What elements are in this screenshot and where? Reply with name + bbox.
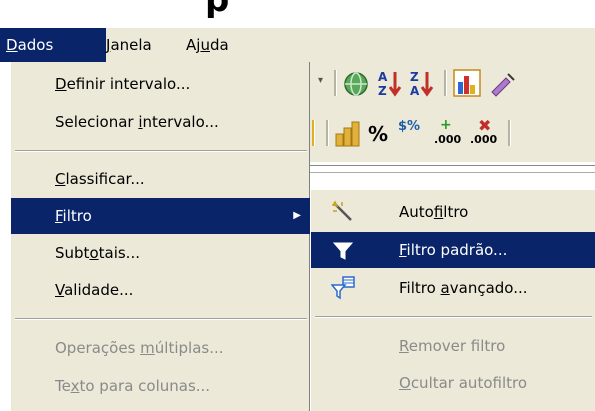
menu-item-label: Te <box>55 377 71 395</box>
menu-label: anela <box>110 36 152 54</box>
standard-format-icon[interactable]: $% <box>398 120 420 133</box>
menu-item-filtro[interactable]: Filtro ▶ <box>11 198 311 234</box>
menu-label-key: D <box>6 36 18 54</box>
menu-item-selecionar-intervalo[interactable]: Selecionar intervalo... <box>11 104 311 140</box>
svg-text:Z: Z <box>410 70 419 84</box>
dados-menu: Definir intervalo... Selecionar interval… <box>10 62 311 411</box>
menu-item-key: V <box>55 281 65 299</box>
submenu-item-label: emover filtro <box>408 337 506 355</box>
draw-functions-icon[interactable] <box>488 70 518 98</box>
toolbar-separator <box>312 120 315 146</box>
submenu-separator <box>315 316 592 318</box>
submenu-item-label: Auto <box>399 203 434 221</box>
menu-item-definir-intervalo[interactable]: Definir intervalo... <box>11 66 311 102</box>
chart-icon[interactable] <box>452 68 482 98</box>
submenu-item-key: O <box>399 374 411 392</box>
svg-text:A: A <box>378 70 388 84</box>
submenu-item-label: vançado... <box>449 279 528 297</box>
formula-bar-edge <box>310 165 595 173</box>
menu-item-subtotais[interactable]: Subtotais... <box>11 235 311 271</box>
submenu-item-ocultar-autofiltro: Ocultar autofiltro <box>311 365 595 401</box>
submenu-item-key: f <box>433 203 444 221</box>
menu-item-label: Selecionar <box>55 113 139 131</box>
menu-item-label: tais... <box>98 244 140 262</box>
menu-item-operacoes-multiplas: Operações múltiplas... <box>11 330 311 366</box>
menu-janela[interactable]: Janela <box>100 28 158 62</box>
submenu-item-label: iltro padrão... <box>406 241 508 259</box>
percent-format-icon[interactable]: % <box>368 124 388 144</box>
svg-text:A: A <box>410 84 420 98</box>
menu-item-classificar[interactable]: Classificar... <box>11 161 311 197</box>
menu-item-label: efinir intervalo... <box>66 75 191 93</box>
menu-label: da <box>209 36 229 54</box>
sort-ascending-icon[interactable]: A Z <box>376 68 402 100</box>
menu-dados[interactable]: Dados <box>0 28 106 62</box>
menu-item-validade[interactable]: Validade... <box>11 272 311 308</box>
menu-ajuda[interactable]: Ajuda <box>180 28 235 62</box>
advanced-filter-icon <box>331 276 355 300</box>
hyperlink-globe-icon[interactable] <box>342 70 370 98</box>
submenu-item-key: R <box>399 337 409 355</box>
add-decimal-icon[interactable]: + .000 <box>434 118 464 150</box>
standard-toolbar: ▾ A Z Z A <box>310 62 595 107</box>
autofilter-wand-icon <box>331 200 352 221</box>
formatting-toolbar: % $% + .000 ✖ .000 <box>310 106 595 162</box>
submenu-item-autofiltro[interactable]: Autofiltro <box>311 194 595 230</box>
submenu-item-label: Filtro <box>399 279 441 297</box>
delete-decimal-icon[interactable]: ✖ .000 <box>470 118 500 150</box>
menu-item-label: últiplas... <box>154 339 224 357</box>
menu-label: ados <box>17 36 54 54</box>
delete-decimal-label: .000 <box>470 133 498 146</box>
add-decimal-label: .000 <box>434 133 462 146</box>
svg-text:Z: Z <box>378 84 387 98</box>
menu-label: Aj <box>186 36 201 54</box>
submenu-item-key: a <box>440 279 450 297</box>
toolbar-separator <box>444 70 447 96</box>
submenu-item-remover-filtro: Remover filtro <box>311 328 595 364</box>
submenu-item-key: F <box>399 241 407 259</box>
menu-item-key: m <box>140 339 155 357</box>
menu-item-key: D <box>55 75 67 93</box>
menu-separator <box>15 150 307 152</box>
submenu-item-label: cultar autofiltro <box>410 374 528 392</box>
toolbar-separator <box>326 120 329 146</box>
menu-separator <box>15 318 307 320</box>
menu-item-label: to para colunas... <box>79 377 211 395</box>
menu-item-key: o <box>89 244 99 262</box>
dropdown-arrow-icon[interactable]: ▾ <box>318 76 323 86</box>
sort-descending-icon[interactable]: Z A <box>408 68 434 100</box>
menu-item-label: Operações <box>55 339 141 357</box>
menu-item-label: iltro <box>62 207 92 225</box>
submenu-arrow-icon: ▶ <box>293 210 301 221</box>
filtro-submenu: Autofiltro Filtro padrão... Filtro avanç… <box>310 190 595 411</box>
menu-item-key: C <box>55 170 66 188</box>
toolbar-separator <box>508 120 511 146</box>
submenu-item-filtro-avancado[interactable]: Filtro avançado... <box>311 270 595 306</box>
menu-item-label: alidade... <box>64 281 134 299</box>
submenu-item-label: iltro <box>443 203 469 221</box>
toolbar-separator <box>334 70 337 96</box>
menu-item-label: ntervalo... <box>142 113 219 131</box>
menu-item-key: F <box>55 207 63 225</box>
window-title-fragment: p <box>205 0 231 20</box>
menu-item-label: Subt <box>55 244 90 262</box>
funnel-icon <box>332 242 354 260</box>
menu-item-texto-para-colunas: Texto para colunas... <box>11 368 311 404</box>
currency-format-icon[interactable] <box>334 118 362 148</box>
menu-bar: Dados Janela Ajuda <box>0 28 595 62</box>
menu-label-key: u <box>200 36 210 54</box>
menu-item-label: lassificar... <box>65 170 145 188</box>
submenu-item-filtro-padrao[interactable]: Filtro padrão... <box>311 232 595 268</box>
